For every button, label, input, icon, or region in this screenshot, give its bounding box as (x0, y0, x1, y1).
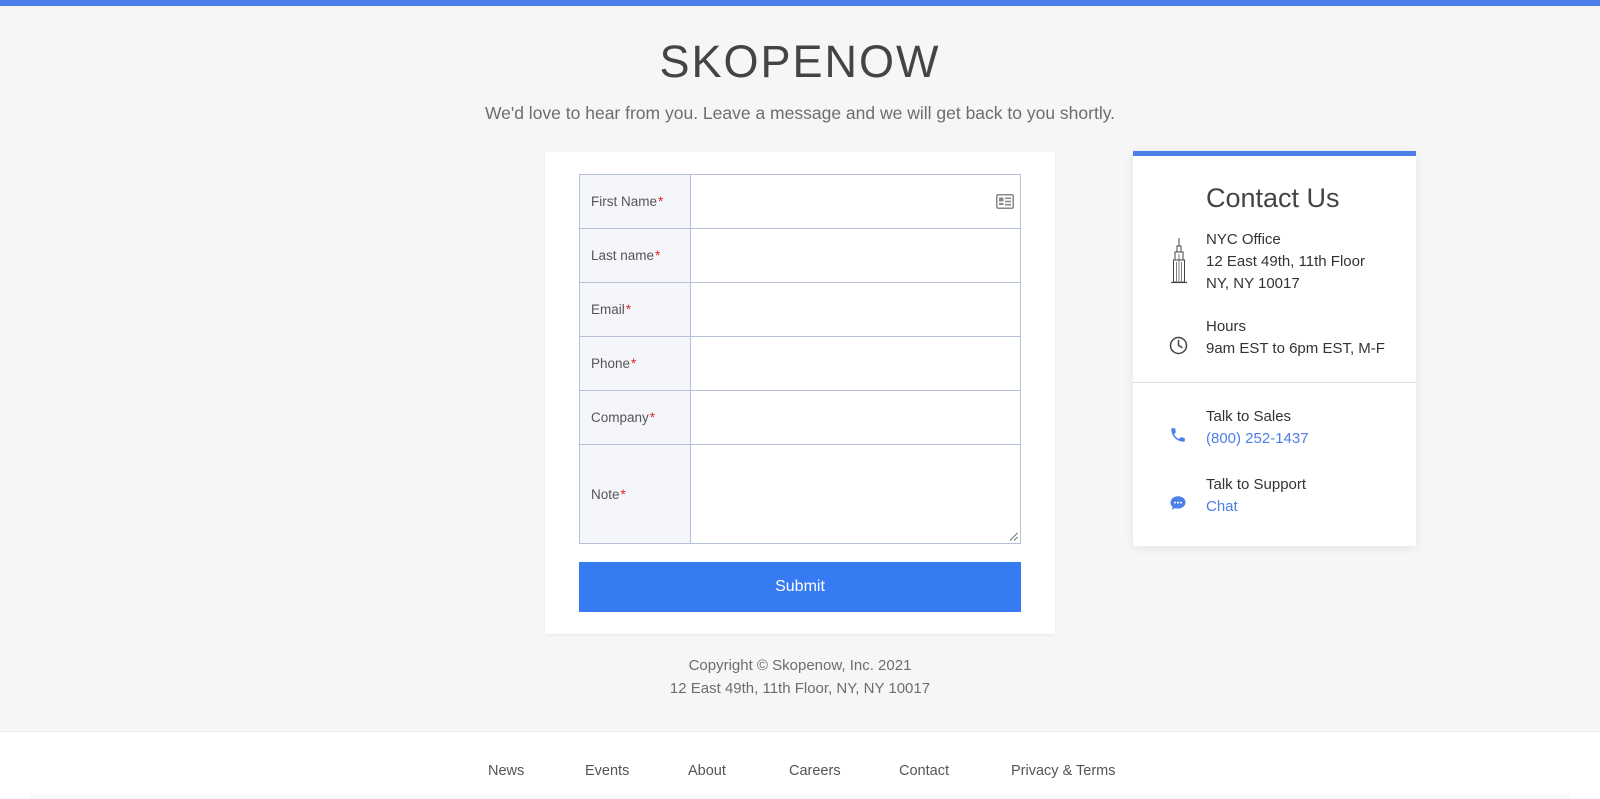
footer-link-privacy-terms[interactable]: Privacy & Terms (1011, 763, 1115, 779)
note-textarea[interactable] (691, 445, 1020, 543)
required-marker: * (620, 486, 626, 502)
office-address-line1: 12 East 49th, 11th Floor (1206, 253, 1365, 270)
support-chat-link[interactable]: Chat (1206, 498, 1238, 515)
support-info: Talk to Support Chat (1206, 474, 1306, 518)
note-label: Note * (580, 445, 691, 543)
sales-info: Talk to Sales (800) 252-1437 (1206, 406, 1309, 450)
footer-shadow (30, 793, 1570, 799)
footer-nav: News Events About Careers Contact Privac… (0, 763, 1600, 783)
contact-form: First Name * Last name * Email * Phone *… (545, 152, 1055, 634)
copyright-address: 12 East 49th, 11th Floor, NY, NY 10017 (669, 680, 931, 697)
page-tagline: We'd love to hear from you. Leave a mess… (484, 103, 1116, 123)
form-row-last-name: Last name * (580, 229, 1020, 283)
hours-value: 9am EST to 6pm EST, M-F (1206, 340, 1385, 357)
submit-button[interactable]: Submit (579, 562, 1021, 612)
required-marker: * (655, 248, 661, 263)
office-info: NYC Office 12 East 49th, 11th Floor NY, … (1206, 229, 1365, 295)
brand-title: SKOPENOW (659, 36, 941, 87)
phone-icon (1171, 428, 1185, 442)
resize-handle-icon[interactable] (1009, 532, 1018, 541)
sales-phone-link[interactable]: (800) 252-1437 (1206, 430, 1309, 447)
company-label: Company * (580, 391, 691, 444)
copyright-block: Copyright © Skopenow, Inc. 2021 12 East … (0, 654, 1600, 700)
copyright-line: Copyright © Skopenow, Inc. 2021 (688, 657, 912, 674)
company-input[interactable] (691, 391, 1020, 444)
phone-input[interactable] (691, 337, 1020, 390)
office-name: NYC Office (1206, 231, 1281, 248)
hours-label: Hours (1206, 318, 1247, 335)
last-name-input[interactable] (691, 229, 1020, 282)
contact-us-title: Contact Us (1206, 183, 1340, 213)
contact-divider (1133, 382, 1416, 383)
email-label: Email * (580, 283, 691, 336)
required-marker: * (625, 302, 632, 317)
contact-us-card: Contact Us NYC Office 12 East 49th, 11th… (1133, 151, 1416, 546)
chat-icon (1170, 496, 1186, 510)
form-row-note: Note * (580, 445, 1020, 543)
footer-link-contact[interactable]: Contact (899, 763, 949, 779)
required-marker: * (658, 194, 664, 209)
office-address-line2: NY, NY 10017 (1206, 275, 1300, 292)
building-icon (1171, 238, 1187, 284)
support-label: Talk to Support (1206, 476, 1307, 493)
email-input[interactable] (691, 283, 1020, 336)
form-row-email: Email * (580, 283, 1020, 337)
site-footer: News Events About Careers Contact Privac… (0, 731, 1600, 799)
clock-icon (1169, 336, 1188, 355)
footer-link-careers[interactable]: Careers (789, 763, 841, 779)
hours-info: Hours 9am EST to 6pm EST, M-F (1206, 316, 1385, 360)
sales-label: Talk to Sales (1206, 408, 1292, 425)
phone-label: Phone * (580, 337, 691, 390)
contact-card-icon[interactable] (996, 194, 1014, 209)
last-name-label: Last name * (580, 229, 691, 282)
required-marker: * (649, 410, 656, 425)
required-marker: * (631, 356, 637, 371)
footer-link-about[interactable]: About (688, 763, 726, 779)
form-fields-table: First Name * Last name * Email * Phone *… (579, 174, 1021, 544)
form-row-company: Company * (580, 391, 1020, 445)
first-name-label: First Name * (580, 175, 691, 228)
first-name-input[interactable] (691, 175, 1020, 228)
form-row-phone: Phone * (580, 337, 1020, 391)
footer-link-news[interactable]: News (488, 763, 524, 779)
footer-link-events[interactable]: Events (585, 763, 629, 779)
form-row-first-name: First Name * (580, 175, 1020, 229)
top-accent-bar (0, 0, 1600, 6)
